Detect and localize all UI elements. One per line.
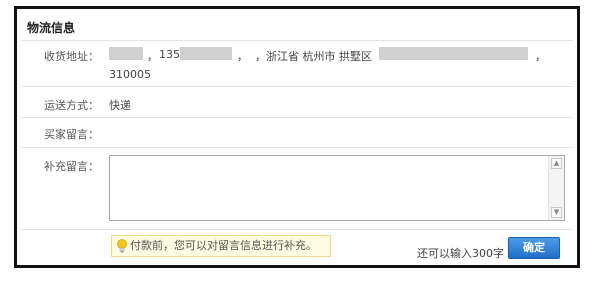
lightbulb-icon xyxy=(117,239,127,253)
panel-title: 物流信息 xyxy=(27,21,76,35)
redacted-street xyxy=(379,47,528,60)
address-postcode: 310005 xyxy=(109,68,151,81)
logistics-panel: 物流信息 收货地址： ， 135 ， ，浙江省 杭州市 拱墅区 ， 310005… xyxy=(14,6,580,268)
supplement-label: 补充留言： xyxy=(44,160,99,173)
phone-prefix: 135 xyxy=(159,48,180,61)
divider xyxy=(21,86,573,87)
arrow-down-icon[interactable]: ▼ xyxy=(551,207,562,218)
address-label: 收货地址： xyxy=(44,50,99,63)
divider xyxy=(21,229,573,230)
shipping-label: 运送方式： xyxy=(44,99,99,112)
divider xyxy=(21,40,573,41)
address-region: ，浙江省 杭州市 拱墅区 xyxy=(255,50,372,63)
tip-box: 付款前，您可以对留言信息进行补充。 xyxy=(111,235,331,257)
supplement-textarea[interactable]: ▲ ▼ xyxy=(109,155,565,221)
remaining-count: 还可以输入300字 xyxy=(417,247,504,260)
shipping-method: 快递 xyxy=(109,99,131,112)
confirm-button[interactable]: 确定 xyxy=(508,237,560,259)
tip-text: 付款前，您可以对留言信息进行补充。 xyxy=(130,239,317,252)
divider xyxy=(21,147,573,148)
address-comma: ， xyxy=(535,50,546,63)
buyer-message-label: 买家留言： xyxy=(44,128,99,141)
divider xyxy=(21,117,573,118)
address-comma: ， xyxy=(237,50,248,63)
redacted-name xyxy=(109,47,143,60)
address-comma: ， xyxy=(147,50,158,63)
arrow-up-icon[interactable]: ▲ xyxy=(551,158,562,169)
textarea-scrollbar[interactable]: ▲ ▼ xyxy=(548,156,564,220)
redacted-phone xyxy=(180,47,232,60)
